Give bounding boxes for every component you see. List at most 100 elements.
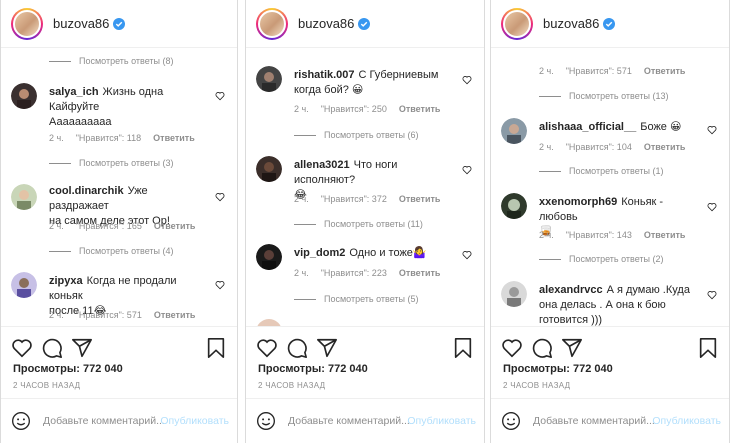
user-avatar[interactable] — [256, 244, 282, 270]
like-small-icon[interactable] — [707, 202, 717, 212]
comment-meta: 2 ч. "Нравится": 118 Ответить — [49, 133, 195, 143]
user-avatar[interactable] — [11, 83, 37, 109]
add-comment-input[interactable]: Добавьте комментарий... — [533, 415, 655, 427]
likes-count[interactable]: "Нравится": 571 — [76, 310, 142, 320]
like-small-icon[interactable] — [707, 125, 717, 135]
comment-icon[interactable] — [41, 337, 63, 359]
profile-avatar-icon[interactable] — [501, 7, 533, 40]
reply-button[interactable]: Ответить — [399, 194, 441, 204]
like-small-icon[interactable] — [462, 250, 472, 260]
verified-badge-icon — [603, 17, 616, 30]
comment-text: salya_ich Жизнь одна Кайфуйте Аааааааааа — [49, 86, 164, 128]
verified-badge-icon — [358, 17, 371, 30]
views-count[interactable]: Просмотры: 772 040 — [258, 363, 368, 375]
view-replies-button[interactable]: Посмотреть ответы (11) — [294, 219, 423, 229]
profile-avatar-icon[interactable] — [11, 7, 43, 40]
comment-text: vip_dom2 Одно и тоже🤷‍♀️ — [294, 247, 427, 259]
heart-icon[interactable] — [11, 337, 33, 359]
comment-item: alishaaa_official__ Боже 😀 2 ч. "Нравится"… — [501, 118, 721, 188]
view-replies-button[interactable]: Посмотреть ответы (13) — [539, 91, 669, 101]
comment-text: alishaaa_official__ Боже 😀 — [539, 121, 682, 133]
reply-button[interactable]: Ответить — [644, 230, 686, 240]
likes-count[interactable]: "Нравится": 250 — [321, 104, 387, 114]
comment-username[interactable]: rishatik.007 — [294, 69, 355, 81]
like-small-icon[interactable] — [215, 192, 225, 202]
user-avatar[interactable] — [256, 156, 282, 182]
comment-username[interactable]: alishaaa_official__ — [539, 121, 636, 133]
post-panel-3: buzova86 2 ч. "Нравится": 571 Ответить Пос… — [490, 0, 730, 443]
likes-count[interactable]: "Нравится": 165 — [76, 221, 142, 231]
username[interactable]: buzova86 — [53, 16, 109, 31]
reply-button[interactable]: Ответить — [153, 133, 195, 143]
publish-button[interactable]: Опубликовать — [160, 415, 229, 427]
action-bar — [501, 337, 719, 361]
comment-icon[interactable] — [286, 337, 308, 359]
view-replies-button[interactable]: Посмотреть ответы (5) — [294, 294, 419, 304]
view-replies-button[interactable]: Посмотреть ответы (3) — [49, 158, 174, 168]
view-replies-button[interactable]: Посмотреть ответы (8) — [49, 56, 174, 66]
comment-username[interactable]: vip_dom2 — [294, 247, 345, 259]
add-comment-input[interactable]: Добавьте комментарий... — [288, 415, 410, 427]
likes-count[interactable]: "Нравится": 223 — [321, 268, 387, 278]
divider — [491, 326, 729, 327]
comment-username[interactable]: alexandrvcc — [539, 284, 603, 296]
comment-meta: 2 ч. "Нравится": 143 Ответить — [539, 230, 686, 240]
add-comment-row: Добавьте комментарий... Опубликовать — [246, 398, 484, 443]
like-small-icon[interactable] — [707, 290, 717, 300]
likes-count[interactable]: "Нравится": 104 — [566, 142, 632, 152]
reply-button[interactable]: Ответить — [154, 221, 196, 231]
view-replies-button[interactable]: Посмотреть ответы (2) — [539, 254, 664, 264]
likes-count[interactable]: "Нравится": 143 — [566, 230, 632, 240]
user-avatar[interactable] — [256, 66, 282, 92]
verified-badge-icon — [113, 17, 126, 30]
emoji-icon[interactable] — [256, 411, 276, 431]
comment-icon[interactable] — [531, 337, 553, 359]
share-icon[interactable] — [316, 337, 338, 359]
user-avatar[interactable] — [501, 281, 527, 307]
like-small-icon[interactable] — [462, 75, 472, 85]
heart-icon[interactable] — [256, 337, 278, 359]
views-count[interactable]: Просмотры: 772 040 — [503, 363, 613, 375]
emoji-icon[interactable] — [501, 411, 521, 431]
username[interactable]: buzova86 — [543, 16, 599, 31]
comment-username[interactable]: cool.dinarchik — [49, 185, 124, 197]
share-icon[interactable] — [561, 337, 583, 359]
comment-username[interactable]: xxenomorph69 — [539, 196, 617, 208]
view-replies-button[interactable]: Посмотреть ответы (6) — [294, 130, 419, 140]
user-avatar[interactable] — [11, 184, 37, 210]
like-small-icon[interactable] — [215, 91, 225, 101]
bookmark-icon[interactable] — [697, 337, 719, 359]
reply-button[interactable]: Ответить — [399, 268, 441, 278]
comment-text: rishatik.007 С Губерниевым когда бой? 😀 — [294, 69, 439, 96]
publish-button[interactable]: Опубликовать — [407, 415, 476, 427]
comment-username[interactable]: salya_ich — [49, 86, 99, 98]
add-comment-input[interactable]: Добавьте комментарий... — [43, 415, 165, 427]
reply-button[interactable]: Ответить — [154, 310, 196, 320]
user-avatar[interactable] — [501, 193, 527, 219]
like-small-icon[interactable] — [215, 280, 225, 290]
bookmark-icon[interactable] — [205, 337, 227, 359]
comments-list: rishatik.007 С Губерниевым когда бой? 😀 2 … — [246, 48, 484, 326]
comment-username[interactable]: zipyxa — [49, 275, 83, 287]
user-avatar[interactable] — [501, 118, 527, 144]
views-count[interactable]: Просмотры: 772 040 — [13, 363, 123, 375]
comment-username[interactable]: allena3021 — [294, 159, 350, 171]
profile-avatar-icon[interactable] — [256, 7, 288, 40]
user-avatar[interactable] — [256, 319, 282, 326]
view-replies-button[interactable]: Посмотреть ответы (1) — [539, 166, 664, 176]
view-replies-button[interactable]: Посмотреть ответы (4) — [49, 246, 174, 256]
likes-count[interactable]: "Нравится": 571 — [566, 66, 632, 76]
share-icon[interactable] — [71, 337, 93, 359]
reply-button[interactable]: Ответить — [399, 104, 441, 114]
likes-count[interactable]: "Нравится": 118 — [76, 133, 141, 143]
user-avatar[interactable] — [11, 272, 37, 298]
publish-button[interactable]: Опубликовать — [652, 415, 721, 427]
heart-icon[interactable] — [501, 337, 523, 359]
reply-button[interactable]: Ответить — [644, 142, 686, 152]
bookmark-icon[interactable] — [452, 337, 474, 359]
username[interactable]: buzova86 — [298, 16, 354, 31]
like-small-icon[interactable] — [462, 165, 472, 175]
reply-button[interactable]: Ответить — [644, 66, 686, 76]
emoji-icon[interactable] — [11, 411, 31, 431]
likes-count[interactable]: "Нравится": 372 — [321, 194, 387, 204]
